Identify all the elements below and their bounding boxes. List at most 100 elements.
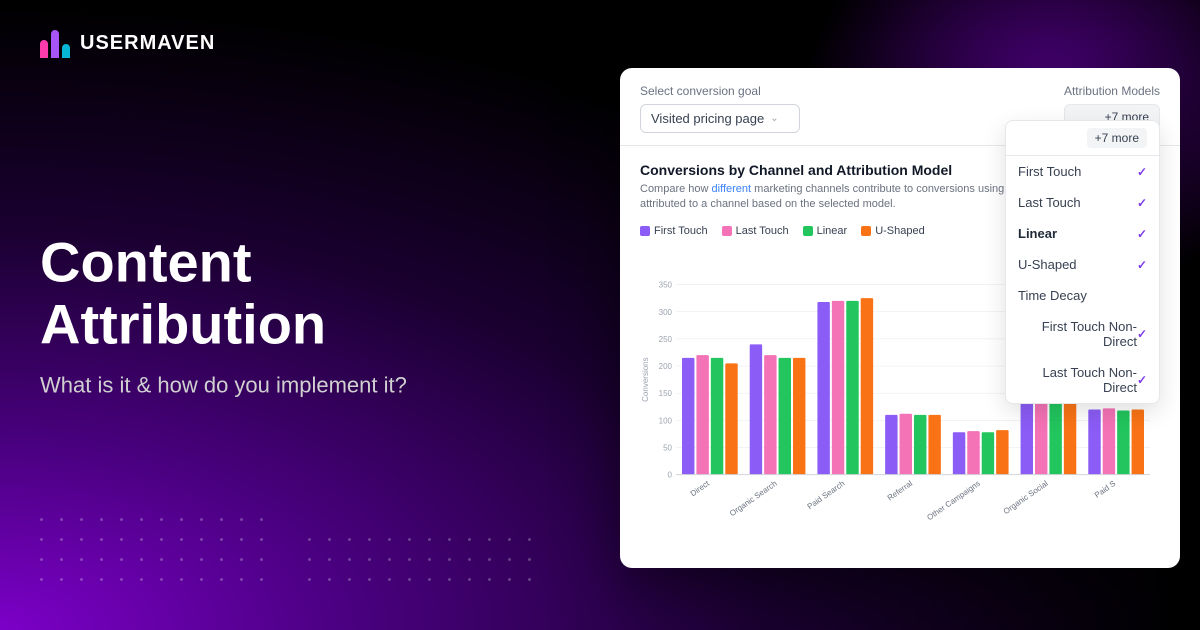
goal-label: Select conversion goal [640, 84, 800, 98]
legend-item: Last Touch [722, 225, 789, 237]
dot [308, 538, 311, 541]
dot [348, 558, 351, 561]
dot [448, 578, 451, 581]
panel-header: Select conversion goal Visited pricing p… [620, 68, 1180, 146]
check-icon: ✓ [1137, 327, 1147, 341]
legend-label: U-Shaped [875, 225, 925, 237]
dot [260, 518, 263, 521]
dropdown-tag-row: +7 more [1006, 121, 1159, 156]
svg-text:Organic Search: Organic Search [728, 479, 779, 518]
logo: USERMAVEN [40, 28, 215, 58]
dropdown-more-tag[interactable]: +7 more [1087, 128, 1147, 148]
dot [488, 578, 491, 581]
dropdown-item-last-touch-nondirect[interactable]: Last Touch Non-Direct ✓ [1006, 357, 1159, 403]
dot [200, 538, 203, 541]
dot [408, 558, 411, 561]
dot [508, 578, 511, 581]
dot [40, 518, 43, 521]
hero-text-area: Content Attribution What is it & how do … [40, 231, 540, 398]
dot [240, 558, 243, 561]
legend-color [722, 226, 732, 236]
svg-text:Conversions: Conversions [641, 357, 650, 401]
dot [180, 578, 183, 581]
legend-label: Linear [817, 225, 848, 237]
svg-text:50: 50 [663, 443, 672, 452]
dot [328, 558, 331, 561]
dot [240, 518, 243, 521]
dot [180, 518, 183, 521]
dot [60, 558, 63, 561]
check-icon: ✓ [1137, 258, 1147, 272]
dot [368, 578, 371, 581]
check-icon: ✓ [1137, 373, 1147, 387]
dot [260, 578, 263, 581]
dot [160, 578, 163, 581]
dot [388, 558, 391, 561]
hero-title: Content Attribution [40, 231, 540, 354]
dot [100, 538, 103, 541]
dot [488, 538, 491, 541]
dot [60, 578, 63, 581]
dot [428, 538, 431, 541]
svg-text:Other Campaigns: Other Campaigns [925, 479, 982, 522]
dot [120, 578, 123, 581]
dot [220, 538, 223, 541]
dropdown-item-last-touch[interactable]: Last Touch ✓ [1006, 187, 1159, 218]
dot [100, 578, 103, 581]
dropdown-item-ushaped[interactable]: U-Shaped ✓ [1006, 249, 1159, 280]
dot [508, 538, 511, 541]
dot [348, 538, 351, 541]
dot [180, 558, 183, 561]
dot [368, 538, 371, 541]
legend-label: Last Touch [736, 225, 789, 237]
legend-label: First Touch [654, 225, 708, 237]
dot [508, 558, 511, 561]
decorative-dots-left [40, 518, 272, 590]
legend-color [803, 226, 813, 236]
dot [528, 558, 531, 561]
dot [328, 578, 331, 581]
dot [408, 578, 411, 581]
dropdown-item-first-touch-nondirect[interactable]: First Touch Non-Direct ✓ [1006, 311, 1159, 357]
dot [80, 558, 83, 561]
dot [240, 578, 243, 581]
attribution-section: Attribution Models +7 more +7 more First… [1064, 84, 1160, 130]
legend-color [861, 226, 871, 236]
svg-text:Direct: Direct [689, 478, 712, 498]
logo-bar-cyan [62, 44, 70, 58]
hero-subtitle: What is it & how do you implement it? [40, 373, 540, 399]
dot [448, 558, 451, 561]
dot [40, 538, 43, 541]
dot [200, 518, 203, 521]
check-icon: ✓ [1137, 227, 1147, 241]
dot [80, 538, 83, 541]
dot [80, 578, 83, 581]
dot [40, 558, 43, 561]
dot [140, 518, 143, 521]
dropdown-item-first-touch[interactable]: First Touch ✓ [1006, 156, 1159, 187]
check-icon: ✓ [1137, 165, 1147, 179]
legend-item: Linear [803, 225, 848, 237]
dot [368, 558, 371, 561]
dot [528, 578, 531, 581]
dot [80, 518, 83, 521]
dot [468, 538, 471, 541]
svg-text:100: 100 [659, 416, 673, 425]
dot [120, 518, 123, 521]
svg-text:Paid Search: Paid Search [806, 479, 847, 511]
dropdown-item-time-decay[interactable]: Time Decay [1006, 280, 1159, 311]
dropdown-item-linear[interactable]: Linear ✓ [1006, 218, 1159, 249]
dot [140, 538, 143, 541]
dot [428, 578, 431, 581]
dot [160, 538, 163, 541]
dot [260, 558, 263, 561]
goal-dropdown[interactable]: Visited pricing page ⌄ [640, 104, 800, 133]
dot [408, 538, 411, 541]
attribution-dropdown: +7 more First Touch ✓ Last Touch ✓ Linea… [1005, 120, 1160, 404]
dot [308, 578, 311, 581]
dot [468, 578, 471, 581]
dot [468, 558, 471, 561]
dot [100, 518, 103, 521]
dot [60, 538, 63, 541]
dot [120, 558, 123, 561]
